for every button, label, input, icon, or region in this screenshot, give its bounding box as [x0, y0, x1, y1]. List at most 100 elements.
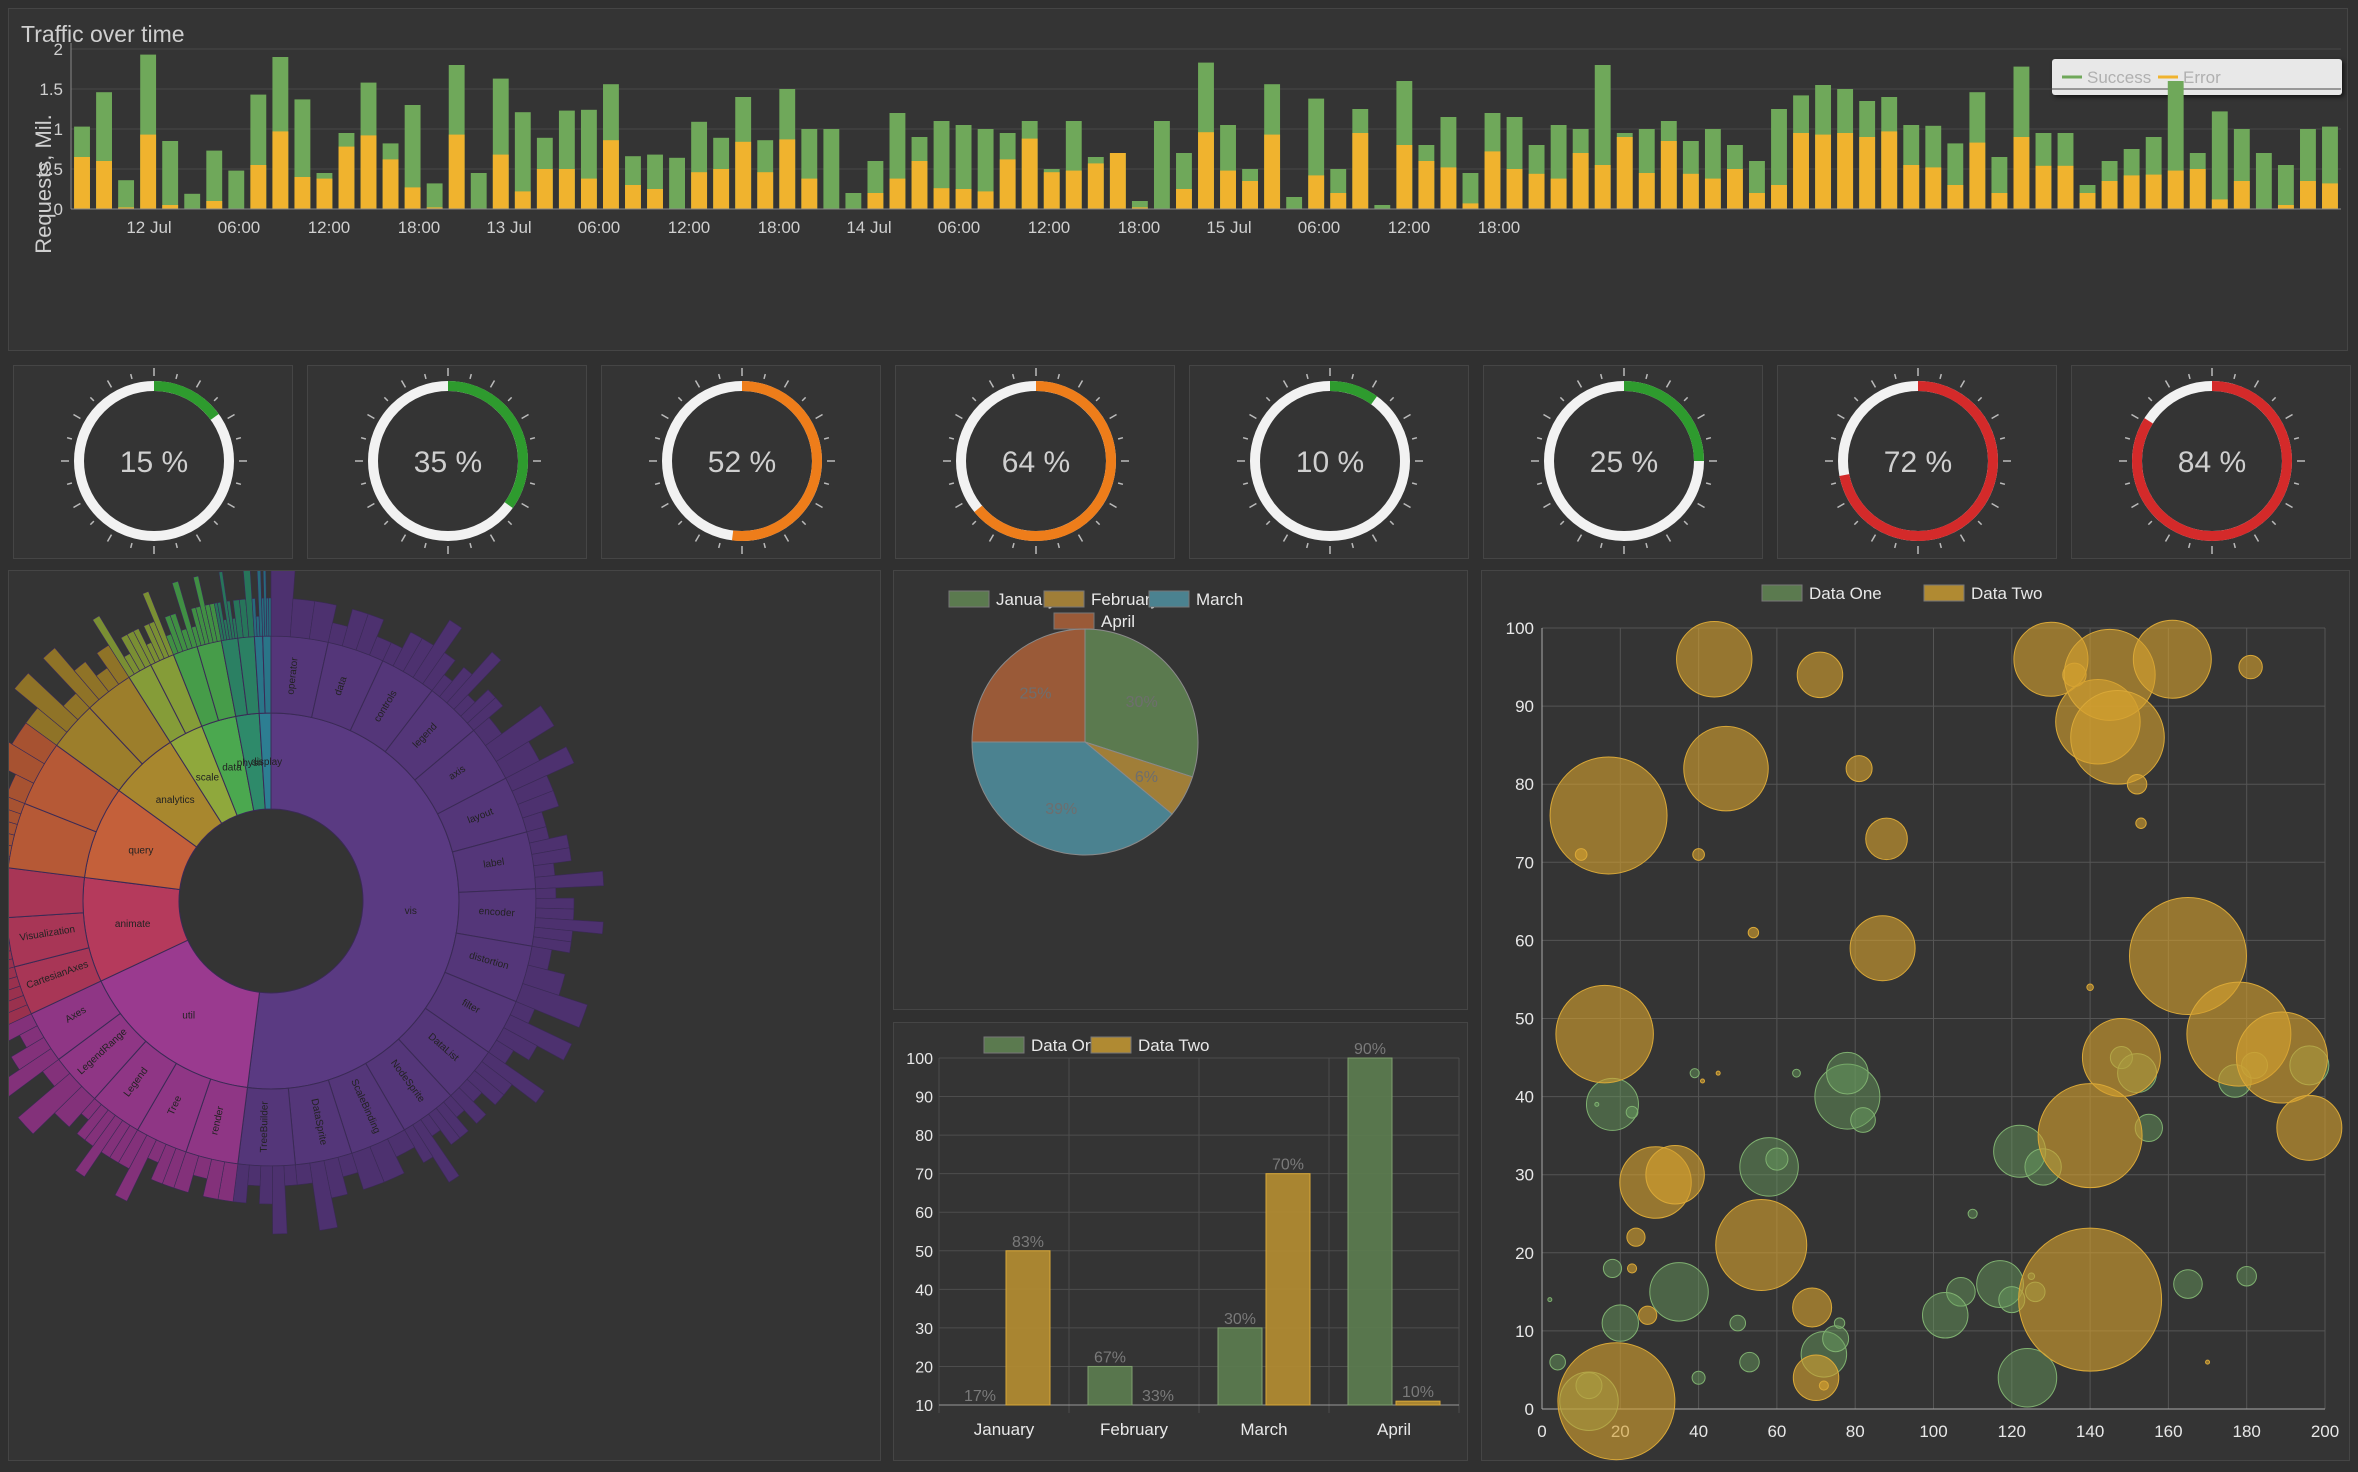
traffic-error-bar[interactable] — [757, 172, 774, 209]
traffic-error-bar[interactable] — [1903, 165, 1920, 209]
traffic-error-bar[interactable] — [1396, 145, 1413, 209]
sunburst-leaf[interactable] — [533, 862, 556, 878]
traffic-error-bar[interactable] — [1726, 169, 1743, 209]
bubble-point-data-two[interactable] — [1555, 984, 1654, 1084]
bubble-point-data-one[interactable] — [2173, 1269, 2203, 1299]
traffic-error-bar[interactable] — [1572, 153, 1589, 209]
traffic-error-bar[interactable] — [1594, 165, 1611, 209]
traffic-error-bar[interactable] — [999, 159, 1016, 209]
bubble-point-data-two[interactable] — [1747, 926, 1760, 939]
traffic-error-bar[interactable] — [316, 178, 333, 209]
traffic-success-bar[interactable] — [470, 173, 487, 209]
traffic-error-bar[interactable] — [2300, 181, 2316, 209]
traffic-error-bar[interactable] — [1440, 167, 1457, 209]
traffic-error-bar[interactable] — [206, 201, 223, 209]
traffic-success-bar[interactable] — [2255, 153, 2272, 209]
traffic-error-bar[interactable] — [140, 134, 157, 209]
pie-legend-swatch[interactable] — [1053, 612, 1095, 630]
bubble-point-data-two[interactable] — [1557, 1342, 1676, 1461]
traffic-error-bar[interactable] — [867, 193, 884, 209]
traffic-error-bar[interactable] — [2057, 165, 2074, 209]
bubble-point-data-two[interactable] — [1715, 1198, 1808, 1291]
traffic-error-bar[interactable] — [1462, 203, 1479, 209]
bubble-legend-label[interactable]: Data Two — [1971, 584, 2043, 603]
bubble-legend-label[interactable]: Data One — [1809, 584, 1882, 603]
sunburst-leaf[interactable] — [268, 597, 272, 637]
bar-data-one[interactable] — [1217, 1327, 1263, 1406]
traffic-error-bar[interactable] — [2013, 137, 2030, 209]
traffic-error-bar[interactable] — [2035, 165, 2052, 209]
traffic-error-bar[interactable] — [1638, 173, 1655, 209]
traffic-error-bar[interactable] — [889, 178, 906, 209]
bubble-point-data-one[interactable] — [1594, 1101, 1600, 1107]
traffic-error-bar[interactable] — [1881, 131, 1898, 209]
bubble-point-data-two[interactable] — [2135, 817, 2147, 829]
traffic-error-bar[interactable] — [2211, 199, 2228, 209]
traffic-error-bar[interactable] — [1308, 175, 1325, 209]
bubble-point-data-two[interactable] — [1796, 651, 1844, 699]
traffic-error-bar[interactable] — [1771, 185, 1787, 209]
bubble-point-data-one[interactable] — [1649, 1262, 1709, 1322]
traffic-error-bar[interactable] — [1198, 132, 1214, 209]
traffic-error-bar[interactable] — [1418, 161, 1435, 209]
traffic-error-bar[interactable] — [2123, 175, 2140, 209]
traffic-error-bar[interactable] — [1682, 173, 1699, 209]
bubble-point-data-two[interactable] — [2276, 1094, 2343, 1161]
pie-legend-label[interactable]: March — [1196, 590, 1243, 609]
bubble-point-data-two[interactable] — [2205, 1359, 2211, 1365]
traffic-error-bar[interactable] — [1704, 178, 1721, 209]
traffic-success-bar[interactable] — [118, 180, 135, 209]
traffic-error-bar[interactable] — [1352, 133, 1369, 209]
bubble-point-data-two[interactable] — [2037, 1083, 2143, 1189]
bubble-point-data-two[interactable] — [1849, 915, 1916, 982]
bubble-point-data-one[interactable] — [2236, 1265, 2257, 1287]
pie-legend-label[interactable]: April — [1101, 612, 1135, 631]
sunburst-leaf[interactable] — [283, 1164, 298, 1186]
traffic-error-bar[interactable] — [801, 178, 818, 209]
bubble-point-data-two[interactable] — [2086, 983, 2094, 992]
traffic-error-bar[interactable] — [338, 146, 355, 209]
bubble-point-data-two[interactable] — [1845, 755, 1873, 783]
sunburst-leaf[interactable] — [295, 1162, 313, 1186]
bubble-point-data-one[interactable] — [1822, 1325, 1850, 1353]
bubble-point-data-one[interactable] — [1549, 1353, 1566, 1371]
bar-data-two[interactable] — [1395, 1400, 1441, 1406]
traffic-success-bar[interactable] — [845, 193, 862, 209]
traffic-error-bar[interactable] — [1065, 170, 1082, 209]
traffic-error-bar[interactable] — [1991, 193, 2008, 209]
traffic-error-bar[interactable] — [1859, 137, 1876, 209]
bubble-point-data-one[interactable] — [1625, 1105, 1639, 1119]
bubble-point-data-two[interactable] — [2238, 654, 2263, 680]
bubble-point-data-one[interactable] — [1601, 1304, 1640, 1342]
bar-data-two[interactable] — [1265, 1173, 1311, 1406]
traffic-error-bar[interactable] — [603, 140, 619, 209]
bubble-point-data-one[interactable] — [1826, 1051, 1869, 1095]
bubble-point-data-one[interactable] — [1691, 1370, 1706, 1385]
bar-data-one[interactable] — [1087, 1365, 1133, 1406]
traffic-error-bar[interactable] — [713, 169, 730, 209]
traffic-error-bar[interactable] — [514, 191, 531, 209]
traffic-error-bar[interactable] — [272, 131, 289, 209]
bubble-point-data-one[interactable] — [1585, 1077, 1639, 1131]
traffic-error-bar[interactable] — [96, 161, 112, 209]
traffic-error-bar[interactable] — [250, 165, 267, 209]
bubble-point-data-two[interactable] — [1645, 1144, 1705, 1205]
traffic-error-bar[interactable] — [1947, 185, 1964, 209]
traffic-error-bar[interactable] — [360, 135, 377, 209]
bubble-point-data-one[interactable] — [1689, 1068, 1700, 1079]
bubble-point-data-one[interactable] — [1729, 1314, 1747, 1332]
traffic-error-bar[interactable] — [1616, 137, 1633, 209]
bubble-legend-swatch[interactable] — [1923, 584, 1965, 602]
traffic-error-bar[interactable] — [1087, 163, 1104, 209]
traffic-success-bar[interactable] — [823, 129, 840, 209]
bar-legend-swatch[interactable] — [983, 1036, 1025, 1054]
traffic-error-bar[interactable] — [2145, 174, 2162, 209]
traffic-error-bar[interactable] — [448, 134, 465, 209]
bubble-point-data-two[interactable] — [1683, 725, 1769, 812]
traffic-success-bar[interactable] — [426, 183, 443, 209]
traffic-error-bar[interactable] — [1242, 181, 1259, 209]
traffic-error-bar[interactable] — [2233, 181, 2250, 209]
bubble-point-data-one[interactable] — [1967, 1208, 1978, 1219]
traffic-success-bar[interactable] — [669, 157, 686, 209]
bubble-point-data-two[interactable] — [1626, 1263, 1638, 1274]
